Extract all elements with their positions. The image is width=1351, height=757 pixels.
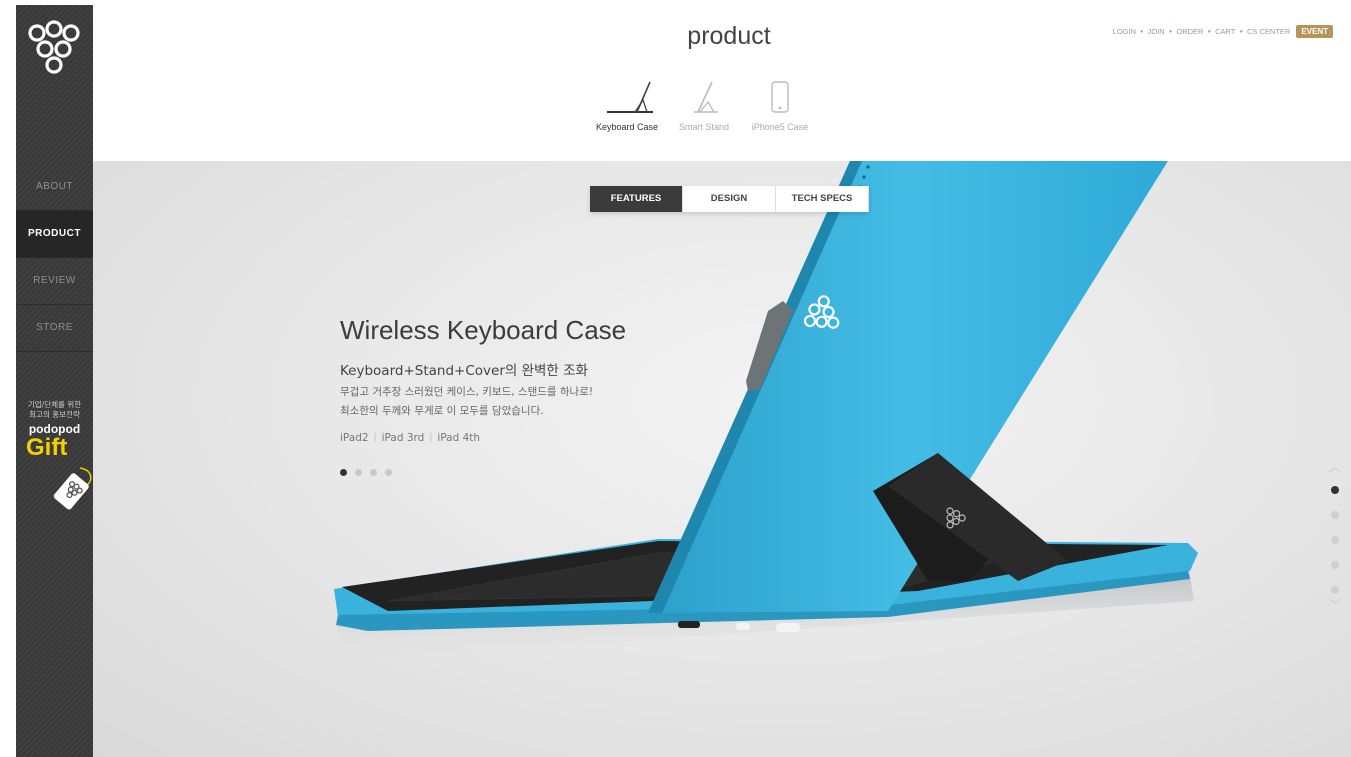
separator-dot: ● [1239, 28, 1243, 35]
chevron-down-icon[interactable]: ﹀ [1328, 598, 1342, 612]
gift-banner[interactable]: 기업/단체를 위한 최고의 홍보전략 podopod Gift [16, 400, 93, 510]
compatible-models: iPad2 | iPad 3rd | iPad 4th [340, 432, 480, 444]
slide-pagination [340, 469, 400, 476]
separator-dot: ● [1140, 28, 1144, 35]
model-ipad-4th: iPad 4th [437, 432, 481, 444]
category-label: iPhone5 Case [751, 122, 809, 132]
chevron-up-icon[interactable]: ︿ [1328, 460, 1342, 474]
gift-subtext-2: 최고의 홍보전략 [29, 410, 80, 419]
model-ipad-3rd: iPad 3rd [381, 432, 425, 444]
podopod-logo-icon[interactable] [26, 19, 82, 89]
iphone-case-icon [771, 81, 789, 113]
main-nav: ABOUT PRODUCT REVIEW STORE [16, 164, 93, 352]
separator: | [373, 433, 377, 443]
separator-dot: ● [1207, 28, 1212, 35]
order-link[interactable]: ORDER [1176, 27, 1203, 36]
hero-title: Wireless Keyboard Case [340, 315, 627, 345]
hero-section: FEATURES DESIGN TECH SPECS Wireless Keyb… [93, 161, 1351, 757]
section-dot-2[interactable] [1331, 511, 1339, 519]
hero-description-line-1: 무겁고 거추장 스러웠던 케이스, 키보드, 스탠드를 하나로! [340, 386, 594, 398]
category-label: Keyboard Case [596, 122, 659, 132]
tab-design[interactable]: DESIGN [683, 186, 776, 212]
keyboard-case-icon [607, 81, 654, 113]
feature-tabs: FEATURES DESIGN TECH SPECS [590, 186, 869, 212]
separator: | [429, 433, 433, 443]
section-dot-3[interactable] [1331, 536, 1339, 544]
gift-word: Gift [26, 434, 68, 461]
hero-description: 무겁고 거추장 스러웠던 케이스, 키보드, 스탠드를 하나로! 최소한의 두께… [340, 383, 593, 421]
tab-tech-specs[interactable]: TECH SPECS [776, 186, 869, 212]
slide-dot-4[interactable] [385, 469, 392, 476]
cart-link[interactable]: CART [1215, 27, 1235, 36]
tab-features[interactable]: FEATURES [590, 186, 683, 212]
utility-links: LOGIN ● JOIN ● ORDER ● CART ● CS CENTER … [1111, 25, 1333, 38]
join-link[interactable]: JOIN [1148, 27, 1165, 36]
category-label: Smart Stand [679, 122, 730, 132]
section-dot-1[interactable] [1331, 486, 1339, 494]
login-link[interactable]: LOGIN [1113, 27, 1136, 36]
sidebar: ABOUT PRODUCT REVIEW STORE 기업/단체를 위한 최고의… [16, 5, 93, 757]
nav-item-store[interactable]: STORE [16, 305, 93, 352]
section-dot-5[interactable] [1331, 586, 1339, 594]
slide-dot-2[interactable] [355, 469, 362, 476]
nav-item-review[interactable]: REVIEW [16, 258, 93, 305]
slide-dot-3[interactable] [370, 469, 377, 476]
model-ipad2: iPad2 [340, 432, 369, 444]
section-nav: ︿ ﹀ [1328, 460, 1342, 612]
category-iphone5-case[interactable]: iPhone5 Case [750, 78, 810, 132]
event-badge[interactable]: EVENT [1296, 25, 1333, 38]
hero-description-line-2: 최소한의 두께와 무게로 이 모두를 담았습니다. [340, 405, 544, 417]
cs-center-link[interactable]: CS CENTER [1247, 27, 1290, 36]
category-smart-stand[interactable]: Smart Stand [674, 78, 734, 132]
product-categories: Keyboard Case Smart Stand iPhone5 Case [596, 78, 826, 132]
section-dot-4[interactable] [1331, 561, 1339, 569]
slide-dot-1[interactable] [340, 469, 347, 476]
category-keyboard-case[interactable]: Keyboard Case [596, 78, 658, 132]
nav-item-product[interactable]: PRODUCT [16, 211, 93, 258]
gift-subtext-1: 기업/단체를 위한 [27, 400, 82, 409]
separator-dot: ● [1168, 28, 1173, 35]
nav-item-about[interactable]: ABOUT [16, 164, 93, 211]
gift-tag-icon [53, 467, 92, 510]
smart-stand-icon [694, 81, 719, 113]
hero-subtitle: Keyboard+Stand+Cover의 완벽한 조화 [340, 363, 588, 379]
page-title: product [687, 22, 771, 50]
keyboard-case-product-image [334, 161, 1198, 661]
